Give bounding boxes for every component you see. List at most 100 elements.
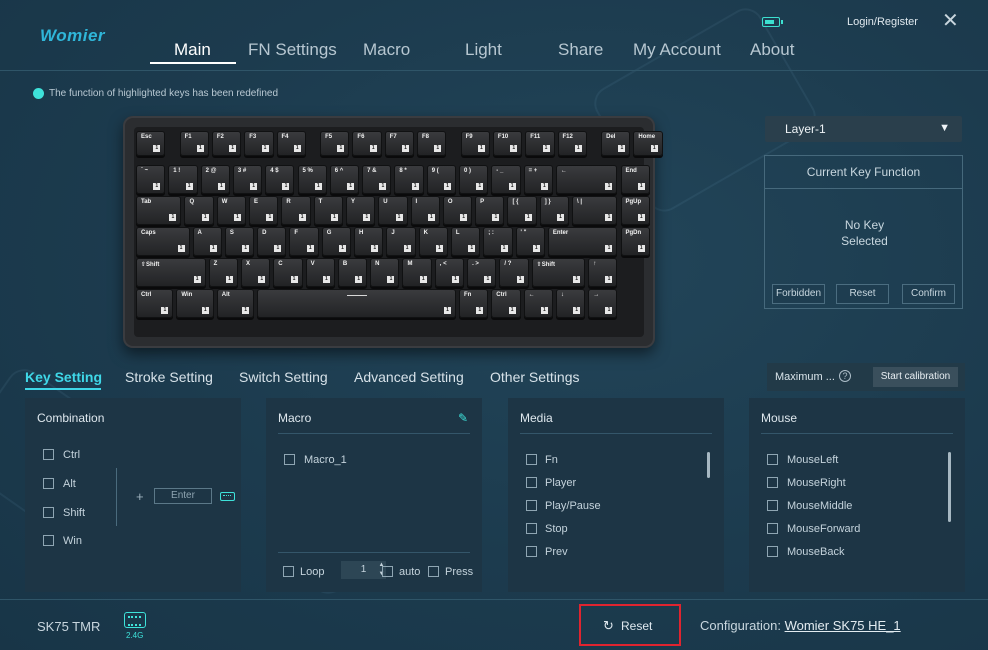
key-cap[interactable]: 8 * 1 <box>394 165 424 194</box>
key-cap[interactable]: → 1 <box>588 289 618 318</box>
configuration-select[interactable]: Womier SK75 HE_1 <box>785 618 901 633</box>
press-checkbox[interactable] <box>428 566 439 577</box>
forbidden-button[interactable]: Forbidden <box>772 284 825 304</box>
key-cap[interactable]: 3 # 1 <box>232 165 263 194</box>
media-item-checkbox[interactable] <box>526 546 537 557</box>
key-cap[interactable]: 2 @ 1 <box>200 165 230 194</box>
key-cap[interactable]: D1 <box>257 227 287 256</box>
key-cap[interactable]: Esc 1 <box>136 131 166 156</box>
key-cap[interactable]: Q1 <box>184 196 214 225</box>
auto-checkbox[interactable] <box>382 566 393 577</box>
loop-checkbox[interactable] <box>283 566 294 577</box>
key-cap[interactable]: ↑ 1 <box>588 258 618 287</box>
tab-advanced-setting[interactable]: Advanced Setting <box>354 369 464 385</box>
key-cap[interactable]: Y1 <box>345 196 376 225</box>
key-cap[interactable]: Alt 1 <box>216 289 255 318</box>
key-cap[interactable]: F11 1 <box>525 131 555 156</box>
key-cap[interactable]: J1 <box>386 227 416 256</box>
tab-stroke-setting[interactable]: Stroke Setting <box>125 369 213 385</box>
macro-item-checkbox[interactable] <box>284 454 295 465</box>
key-cap[interactable]: ← 1 <box>555 165 618 194</box>
pencil-icon[interactable]: ✎ <box>458 411 468 425</box>
key-cap[interactable]: 1 <box>257 289 456 318</box>
media-scrollbar[interactable] <box>707 452 710 478</box>
alt-checkbox[interactable] <box>43 478 54 489</box>
key-cap[interactable]: 1 ! 1 <box>168 165 198 194</box>
key-cap[interactable]: Home 1 <box>633 131 663 156</box>
key-cap[interactable]: ] } 1 <box>539 196 570 225</box>
media-item-prev[interactable]: Prev <box>545 546 568 558</box>
media-item-checkbox[interactable] <box>526 477 537 488</box>
key-cap[interactable]: Win 1 <box>176 289 214 318</box>
key-cap[interactable]: = + 1 <box>523 165 553 194</box>
key-cap[interactable]: K1 <box>418 227 448 256</box>
key-cap[interactable]: ↓ 1 <box>555 289 586 318</box>
key-cap[interactable]: ` ~ 1 <box>136 165 166 194</box>
key-cap[interactable]: X1 <box>240 258 271 287</box>
key-cap[interactable]: F3 1 <box>244 131 274 156</box>
key-cap[interactable]: ⇧Shift 1 <box>136 258 206 287</box>
key-cap[interactable]: PgDn 1 <box>620 227 650 256</box>
shift-label[interactable]: Shift <box>63 507 85 519</box>
key-cap[interactable]: , < 1 <box>434 258 465 287</box>
key-cap[interactable]: 9 (1 <box>426 165 456 194</box>
key-cap[interactable]: C1 <box>273 258 303 287</box>
key-cap[interactable]: Fn 1 <box>459 289 489 318</box>
reset-key-button[interactable]: Reset <box>836 284 889 304</box>
key-cap[interactable]: F1 <box>289 227 319 256</box>
mouse-item-right[interactable]: MouseRight <box>787 477 846 489</box>
key-cap[interactable]: ' " 1 <box>515 227 545 256</box>
key-cap[interactable]: Caps 1 <box>136 227 190 256</box>
mouse-item-checkbox[interactable] <box>767 477 778 488</box>
key-cap[interactable]: F2 1 <box>211 131 242 156</box>
key-cap[interactable]: F8 1 <box>417 131 447 156</box>
ctrl-label[interactable]: Ctrl <box>63 449 80 461</box>
key-cap[interactable]: Enter 1 <box>547 227 618 256</box>
key-cap[interactable]: U1 <box>378 196 408 225</box>
ctrl-checkbox[interactable] <box>43 449 54 460</box>
nav-share[interactable]: Share <box>558 40 603 60</box>
key-cap[interactable]: V1 <box>305 258 335 287</box>
key-cap[interactable]: ; : 1 <box>483 227 513 256</box>
key-cap[interactable]: - _ 1 <box>491 165 521 194</box>
key-cap[interactable]: Ctrl 1 <box>491 289 521 318</box>
nav-my-account[interactable]: My Account <box>633 40 721 60</box>
key-cap[interactable]: [ {1 <box>507 196 537 225</box>
win-label[interactable]: Win <box>63 535 82 547</box>
key-cap[interactable]: F7 1 <box>384 131 414 156</box>
media-item-checkbox[interactable] <box>526 523 537 534</box>
key-cap[interactable]: W1 <box>216 196 247 225</box>
help-icon[interactable]: ? <box>839 370 851 382</box>
mouse-item-forward[interactable]: MouseForward <box>787 523 860 535</box>
media-item-fn[interactable]: Fn <box>545 454 558 466</box>
key-cap[interactable]: End 1 <box>620 165 650 194</box>
mouse-item-back[interactable]: MouseBack <box>787 546 844 558</box>
key-cap[interactable]: 5 % 1 <box>297 165 327 194</box>
alt-label[interactable]: Alt <box>63 478 76 490</box>
media-item-checkbox[interactable] <box>526 454 537 465</box>
key-cap[interactable]: . > 1 <box>467 258 497 287</box>
key-cap[interactable]: S1 <box>224 227 255 256</box>
nav-macro[interactable]: Macro <box>363 40 410 60</box>
tab-key-setting[interactable]: Key Setting <box>25 369 102 385</box>
key-cap[interactable]: 6 ^ 1 <box>329 165 360 194</box>
key-cap[interactable]: N1 <box>370 258 400 287</box>
nav-fn-settings[interactable]: FN Settings <box>248 40 337 60</box>
nav-about[interactable]: About <box>750 40 794 60</box>
mouse-scrollbar[interactable] <box>948 452 951 522</box>
key-cap[interactable]: ← 1 <box>523 289 553 318</box>
key-cap[interactable]: G1 <box>321 227 352 256</box>
key-cap[interactable]: F5 1 <box>320 131 350 156</box>
key-cap[interactable]: \ | 1 <box>572 196 618 225</box>
key-cap[interactable]: A1 <box>192 227 222 256</box>
key-cap[interactable]: T1 <box>313 196 343 225</box>
media-item-stop[interactable]: Stop <box>545 523 568 535</box>
media-item-play-pause[interactable]: Play/Pause <box>545 500 601 512</box>
key-cap[interactable]: F6 1 <box>352 131 382 156</box>
key-cap[interactable]: F1 1 <box>179 131 209 156</box>
confirm-button[interactable]: Confirm <box>902 284 955 304</box>
keyboard-icon[interactable] <box>220 492 235 501</box>
mouse-item-checkbox[interactable] <box>767 500 778 511</box>
key-cap[interactable]: PgUp 1 <box>620 196 650 225</box>
loop-label[interactable]: Loop <box>300 566 324 578</box>
